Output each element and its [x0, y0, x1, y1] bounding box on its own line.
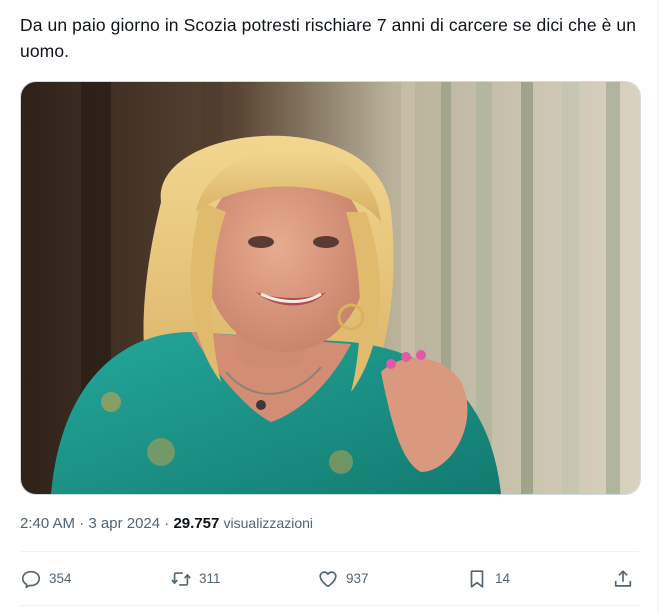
retweet-button[interactable]: 311 [170, 564, 221, 594]
tweet-detail: Da un paio giorno in Scozia potresti ris… [0, 0, 659, 614]
divider [20, 551, 639, 552]
reply-bubble-icon [21, 570, 41, 589]
meta-separator: · [164, 515, 170, 532]
action-bar: 354 311 937 14 [20, 564, 640, 594]
share-button[interactable] [612, 564, 634, 594]
like-button[interactable]: 937 [317, 564, 369, 594]
reply-count: 354 [49, 571, 72, 586]
reply-button[interactable]: 354 [20, 564, 72, 594]
tweet-date[interactable]: 3 apr 2024 [88, 515, 160, 532]
meta-separator: · [79, 515, 85, 532]
bookmark-count: 14 [495, 571, 511, 586]
views-label: visualizzazioni [223, 515, 314, 531]
retweet-icon [171, 572, 191, 586]
tweet-time[interactable]: 2:40 AM [20, 515, 75, 532]
tweet-meta: 2:40 AM · 3 apr 2024 · 29.757 visualizza… [20, 513, 313, 534]
tweet-text: Da un paio giorno in Scozia potresti ris… [20, 15, 637, 61]
like-count: 937 [346, 571, 369, 586]
bookmark-button[interactable]: 14 [466, 564, 510, 594]
share-icon [614, 570, 632, 587]
retweet-count: 311 [199, 571, 221, 586]
tweet-photo[interactable] [20, 81, 641, 495]
views-count: 29.757 [173, 515, 220, 532]
portrait-photo [21, 82, 640, 494]
heart-icon [319, 571, 337, 588]
bookmark-icon [470, 570, 484, 588]
divider [20, 605, 639, 606]
